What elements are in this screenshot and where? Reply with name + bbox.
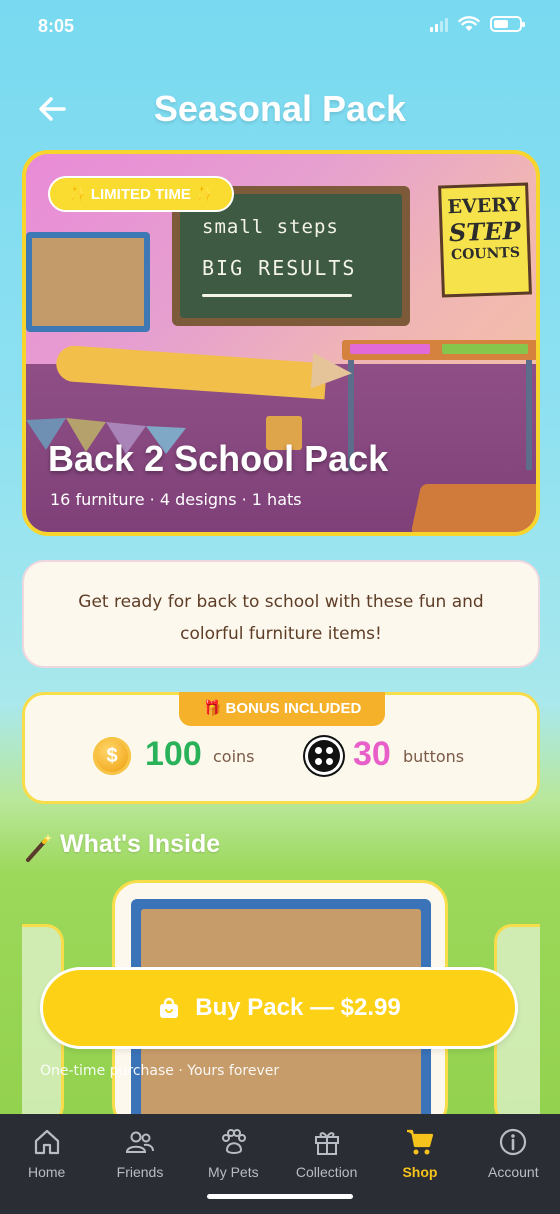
tab-friends[interactable]: Friends: [93, 1114, 186, 1214]
coins-label: coins: [213, 747, 255, 766]
magic-wand-icon: [26, 834, 52, 862]
bonus-card: 🎁 BONUS INCLUDED $ 100 coins 30 buttons: [22, 692, 540, 804]
poster-text-3: COUNTS: [450, 244, 521, 264]
cellular-signal-icon: [430, 16, 448, 32]
tab-my-pets[interactable]: My Pets: [187, 1114, 280, 1214]
chalkboard-text-2: BIG RESULTS: [202, 256, 357, 280]
rug-illustration: [410, 484, 536, 532]
pack-title: Back 2 School Pack: [48, 438, 389, 479]
cart-icon: [406, 1129, 434, 1155]
coin-icon: $: [93, 737, 131, 775]
desk-illustration: [342, 340, 536, 360]
pack-contents-summary: 16 furniture · 4 designs · 1 hats: [50, 490, 302, 509]
pack-description: Get ready for back to school with these …: [22, 560, 540, 668]
tab-collection[interactable]: Collection: [280, 1114, 373, 1214]
coins-amount: 100: [145, 735, 202, 773]
friends-icon: [125, 1131, 154, 1153]
limited-time-badge: ✨ LIMITED TIME ✨: [48, 176, 234, 212]
tab-account[interactable]: Account: [467, 1114, 560, 1214]
shopping-bag-icon: [160, 997, 179, 1018]
status-time: 8:05: [38, 16, 75, 36]
gift-icon: [314, 1132, 339, 1155]
tab-home[interactable]: Home: [0, 1114, 93, 1214]
sewing-button-icon: [305, 737, 343, 775]
poster-text-1: EVERY: [447, 193, 521, 219]
buttons-label: buttons: [403, 747, 465, 766]
info-icon: [500, 1128, 527, 1156]
bottom-tab-bar: Home Friends My Pets Collection Shop Acc…: [0, 1114, 560, 1214]
paw-icon: [222, 1129, 247, 1154]
chalkboard-text-1: small steps: [202, 216, 339, 238]
tab-shop[interactable]: Shop: [373, 1114, 466, 1214]
buy-pack-label: Buy Pack — $2.99: [195, 994, 401, 1021]
wifi-icon: [458, 16, 480, 31]
home-icon: [34, 1129, 59, 1155]
status-icons: [430, 16, 525, 32]
bonus-included-label: 🎁 BONUS INCLUDED: [179, 692, 385, 726]
poster-illustration: EVERY STEP COUNTS: [438, 182, 532, 298]
purchase-note: One-time purchase · Yours forever: [40, 1063, 280, 1079]
buy-pack-button[interactable]: Buy Pack — $2.99: [40, 967, 518, 1049]
home-indicator: [207, 1194, 353, 1199]
whats-inside-title: What's Inside: [60, 830, 221, 858]
corkboard-illustration: [26, 232, 150, 332]
battery-icon: [490, 16, 525, 32]
poster-text-2: STEP: [448, 215, 521, 248]
pack-hero-card: small steps BIG RESULTS EVERY STEP COUNT…: [22, 150, 540, 536]
page-title: Seasonal Pack: [153, 88, 407, 129]
buttons-amount: 30: [353, 735, 391, 773]
